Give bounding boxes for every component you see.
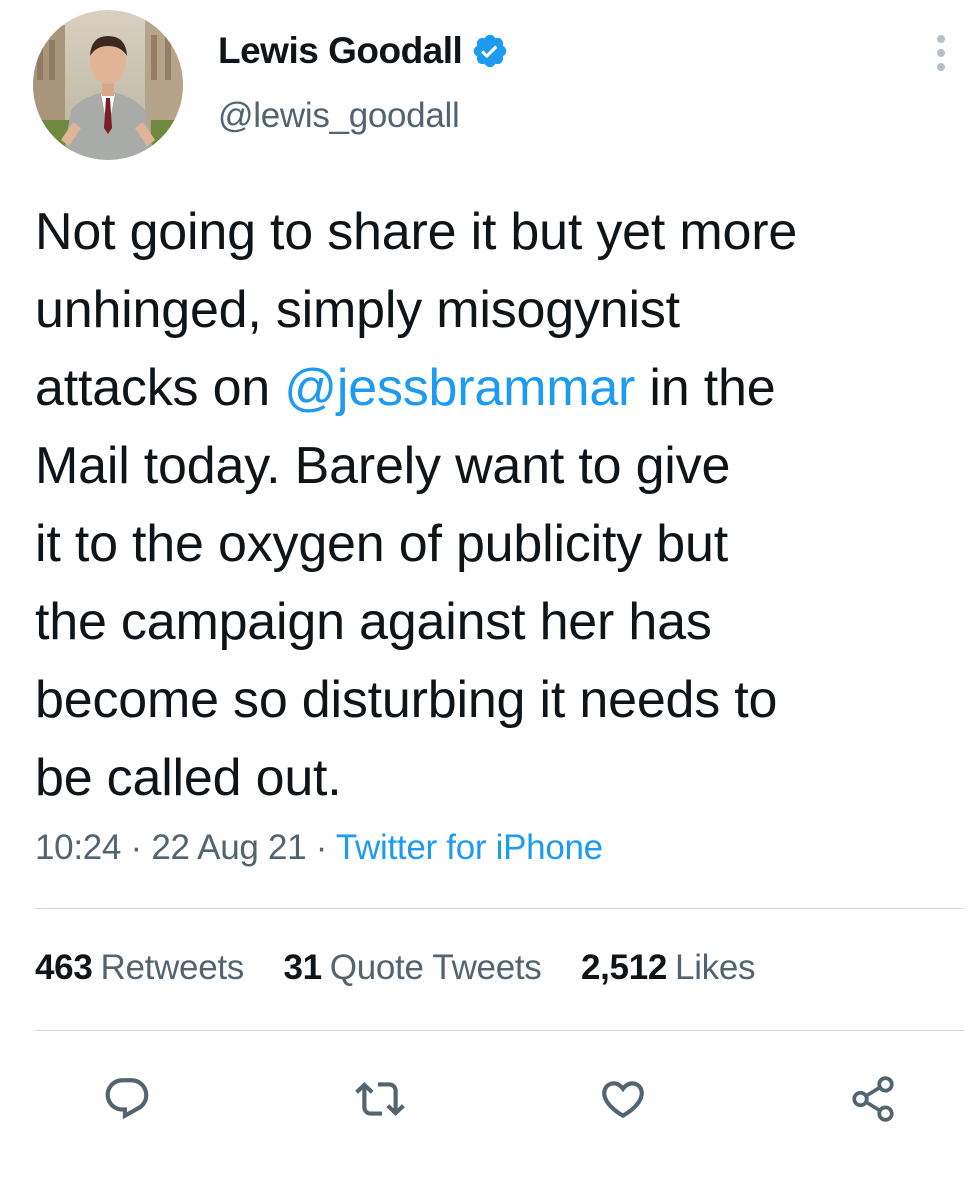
tweet-text-segment: in the <box>635 359 776 417</box>
reply-icon <box>105 1078 149 1120</box>
share-icon <box>852 1076 894 1122</box>
retweet-button[interactable] <box>355 1074 405 1124</box>
like-button[interactable] <box>598 1074 648 1124</box>
quote-tweets-label: Quote Tweets <box>329 948 542 987</box>
meta-separator: · <box>130 828 143 867</box>
profile-photo-icon <box>33 10 183 160</box>
tweet-text-line: it to the oxygen of publicity but <box>35 515 728 573</box>
likes-stat[interactable]: 2,512 Likes <box>580 948 756 988</box>
author-handle[interactable]: @lewis_goodall <box>218 96 460 136</box>
vertical-ellipsis-icon <box>937 35 945 71</box>
mention-link[interactable]: @jessbrammar <box>284 359 635 417</box>
author-display-name[interactable]: Lewis Goodall <box>218 30 463 72</box>
tweet-text-line: be called out. <box>35 749 342 807</box>
more-options-button[interactable] <box>926 30 956 76</box>
tweet-text: Not going to share it but yet more unhin… <box>35 193 970 817</box>
tweet-time[interactable]: 10:24 <box>35 828 121 867</box>
avatar[interactable] <box>33 10 183 160</box>
tweet-date[interactable]: 22 Aug 21 <box>151 828 306 867</box>
tweet-metadata: 10:24 · 22 Aug 21 · Twitter for iPhone <box>35 828 603 868</box>
divider <box>35 1030 964 1031</box>
retweets-label: Retweets <box>100 948 245 987</box>
reply-button[interactable] <box>102 1074 152 1124</box>
tweet-text-segment: attacks on <box>35 359 285 417</box>
tweet-text-line: attacks on @jessbrammar in the <box>35 349 970 427</box>
tweet-text-line: the campaign against her has <box>35 593 712 651</box>
likes-label: Likes <box>675 948 756 987</box>
share-button[interactable] <box>848 1074 898 1124</box>
retweets-stat[interactable]: 463 Retweets <box>35 948 244 988</box>
divider <box>35 908 964 909</box>
tweet-text-line: become so disturbing it needs to <box>35 671 778 729</box>
tweet-source-link[interactable]: Twitter for iPhone <box>336 828 603 867</box>
author-name-row[interactable]: Lewis Goodall <box>218 26 509 76</box>
tweet-text-line: Not going to share it but yet more <box>35 203 798 261</box>
quote-tweets-stat[interactable]: 31 Quote Tweets <box>283 948 541 988</box>
tweet-text-line: Mail today. Barely want to give <box>35 437 731 495</box>
retweets-count: 463 <box>35 948 93 987</box>
verified-badge-icon <box>471 32 509 70</box>
quote-tweets-count: 31 <box>283 948 322 987</box>
retweet-icon <box>355 1082 405 1116</box>
engagement-stats: 463 Retweets 31 Quote Tweets 2,512 Likes <box>35 948 785 988</box>
like-icon <box>602 1081 644 1119</box>
tweet-text-line: unhinged, simply misogynist <box>35 281 680 339</box>
likes-count: 2,512 <box>580 948 668 987</box>
meta-separator: · <box>315 828 328 867</box>
